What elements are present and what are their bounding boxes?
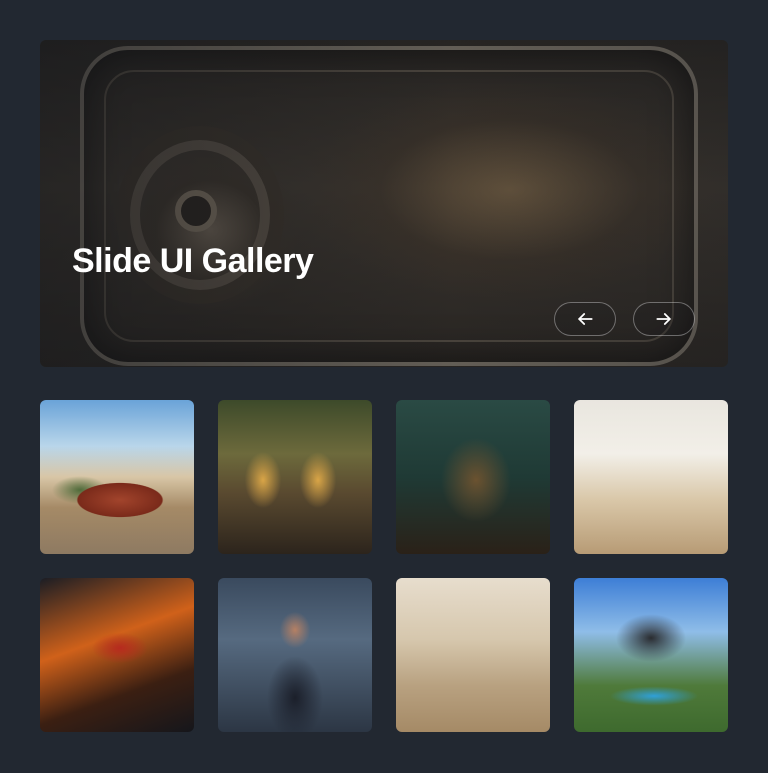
arrow-left-icon xyxy=(578,313,593,325)
hero-slide: Slide UI Gallery xyxy=(40,40,728,367)
hero-title: Slide UI Gallery xyxy=(72,242,314,280)
arrow-right-icon xyxy=(656,313,671,325)
gallery-thumbnail-truck[interactable] xyxy=(40,578,194,732)
gallery-thumbnail-house[interactable] xyxy=(574,578,728,732)
next-slide-button[interactable] xyxy=(633,302,695,336)
gallery-thumbnail-cars[interactable] xyxy=(40,400,194,554)
gallery-thumbnail-cooks[interactable] xyxy=(218,400,372,554)
gallery-thumbnail-birdcage[interactable] xyxy=(396,400,550,554)
gallery-thumbnail-lounge[interactable] xyxy=(396,578,550,732)
previous-slide-button[interactable] xyxy=(554,302,616,336)
gallery-thumbnail-businesswoman[interactable] xyxy=(218,578,372,732)
gallery-thumbnail-office[interactable] xyxy=(574,400,728,554)
